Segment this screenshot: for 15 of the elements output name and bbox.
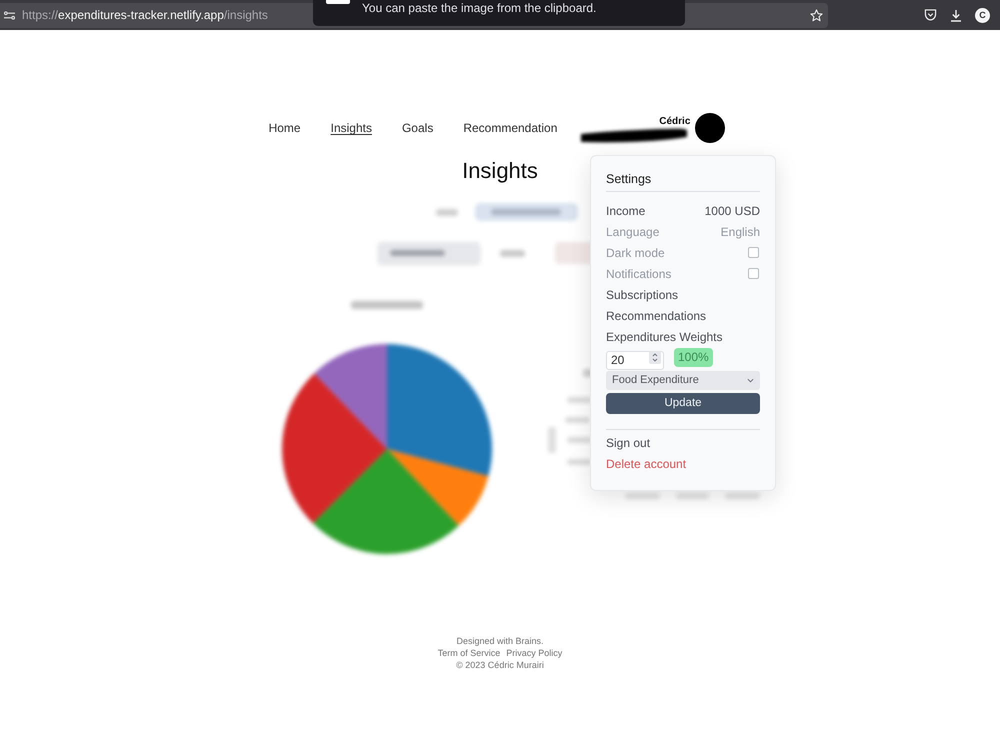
setting-value: English [720,224,760,240]
footer-tagline: Designed with Brains. [456,635,544,647]
setting-label: Expenditures Weights [606,328,723,346]
setting-label: Language [606,224,660,240]
total-badge: 100% [674,348,713,367]
url-text: https://expenditures-tracker.netlify.app/insights [22,7,268,24]
copyright-text: © 2023 Cédric Murairi [456,659,544,671]
setting-value: 1000 USD [704,202,760,220]
menu-title: Settings [606,172,652,186]
setting-label: Notifications [606,266,672,282]
toast-message: You can paste the image from the clipboard. [362,1,596,15]
setting-label: Dark mode [606,244,665,262]
setting-label: Income [606,202,646,220]
page-title: Insights [462,157,538,185]
user-name: Cédric [659,115,690,129]
